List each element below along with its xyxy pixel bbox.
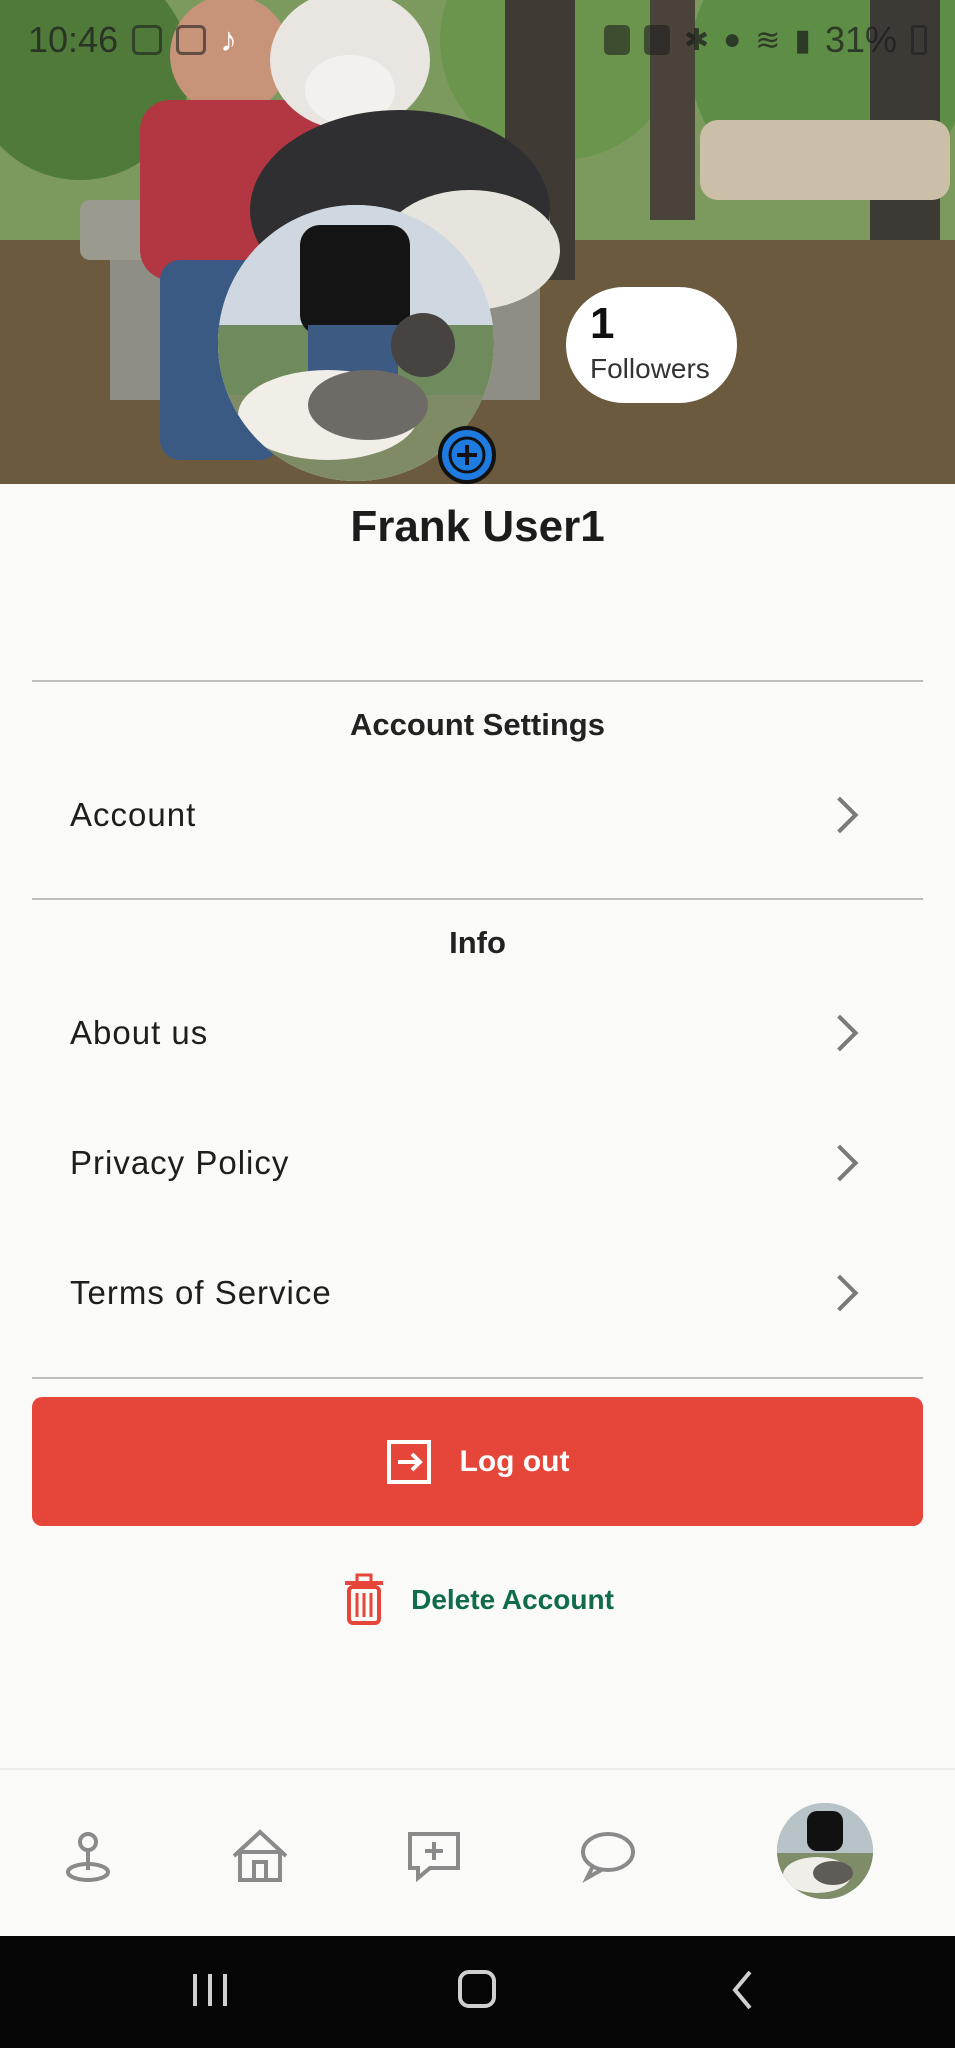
- section-title-info: Info: [449, 925, 506, 960]
- status-time: 10:46: [28, 19, 119, 60]
- divider: [32, 898, 923, 900]
- menu-item-label: Privacy Policy: [70, 1144, 290, 1181]
- status-bar: 10:46 ♪ ✱ ● ≋ ▮ 31%: [0, 0, 955, 80]
- delete-account-label: Delete Account: [411, 1584, 614, 1615]
- nav-add-post[interactable]: [400, 1822, 468, 1890]
- nav-chat[interactable]: [574, 1822, 642, 1890]
- logout-label: Log out: [459, 1444, 570, 1478]
- nav-map[interactable]: [54, 1822, 122, 1890]
- divider: [32, 1377, 923, 1379]
- home-button-icon: [458, 1970, 496, 2008]
- chevron-right-icon: [821, 1014, 859, 1052]
- chevron-right-icon: [821, 1144, 859, 1182]
- chevron-right-icon: [821, 796, 859, 834]
- menu-item-label: About us: [70, 1014, 209, 1051]
- menu-item-account[interactable]: Account: [32, 765, 923, 865]
- wifi-icon: ≋: [755, 23, 781, 57]
- delete-account-button[interactable]: Delete Account: [0, 1565, 955, 1635]
- menu-item-about-us[interactable]: About us: [32, 983, 923, 1083]
- bluetooth-icon: ✱: [684, 23, 710, 57]
- menu-item-terms-of-service[interactable]: Terms of Service: [32, 1243, 923, 1343]
- tiktok-icon: ♪: [220, 20, 238, 59]
- divider: [32, 680, 923, 682]
- system-nav-icons: [193, 1970, 752, 2010]
- map-pin-icon: [66, 1832, 110, 1882]
- menu-item-label: Terms of Service: [70, 1274, 332, 1311]
- nav-home[interactable]: [226, 1822, 294, 1890]
- battery-level: 31%: [824, 19, 897, 60]
- section-title-account-settings: Account Settings: [350, 707, 605, 742]
- add-photo-button[interactable]: [438, 426, 496, 484]
- logout-button[interactable]: Log out: [32, 1397, 923, 1526]
- menu-item-label: Account: [70, 796, 197, 833]
- trash-icon: [345, 1573, 384, 1625]
- profile-name: Frank User1: [350, 502, 605, 551]
- profile-avatar-image: [777, 1803, 873, 1899]
- signal-icon: ▮: [794, 23, 811, 57]
- back-icon: [732, 1970, 752, 2010]
- menu-item-privacy-policy[interactable]: Privacy Policy: [32, 1113, 923, 1213]
- plus-icon: [448, 436, 486, 474]
- followers-label: Followers: [590, 353, 710, 384]
- bottom-nav: [0, 1768, 955, 1936]
- home-icon: [232, 1829, 288, 1882]
- alarm-icon: [604, 25, 631, 55]
- calendar-icon: [176, 25, 207, 55]
- chevron-right-icon: [821, 1274, 859, 1312]
- battery-icon: [911, 25, 927, 55]
- nav-profile-avatar[interactable]: [777, 1803, 873, 1899]
- chat-icon: [581, 1832, 635, 1883]
- location-icon: ●: [723, 23, 742, 56]
- add-post-icon: [408, 1832, 460, 1883]
- notification-icon: [132, 25, 163, 55]
- followers-count: 1: [590, 299, 615, 348]
- followers-badge[interactable]: 1 Followers: [566, 287, 737, 403]
- system-navigation-bar: [0, 1936, 955, 2048]
- logout-icon: [386, 1439, 431, 1484]
- recent-apps-icon: [193, 1974, 227, 2006]
- dnd-icon: [644, 25, 671, 55]
